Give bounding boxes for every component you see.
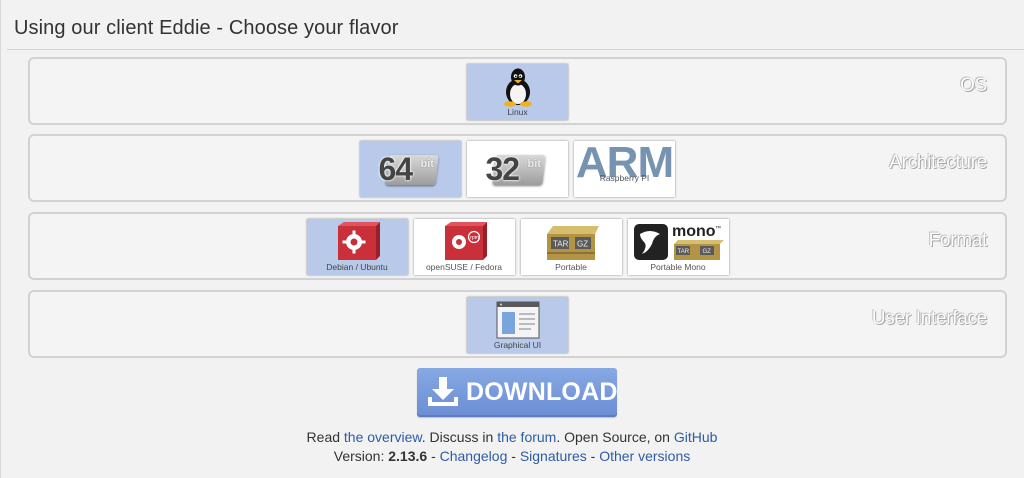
version-number: 2.13.6 xyxy=(388,448,428,464)
page-title: Using our client Eddie - Choose your fla… xyxy=(14,17,399,39)
option-debian-ubuntu[interactable]: Debian / Ubuntu xyxy=(306,219,408,275)
cpu-32-icon: 32 bit xyxy=(484,149,552,189)
separator-1: - xyxy=(431,448,436,464)
separator-2: - xyxy=(511,448,516,464)
arm-icon: ARM Raspberry PI xyxy=(574,141,675,189)
option-portable-mono[interactable]: mono ™ TAR GZ Portable Mono xyxy=(627,219,729,275)
title-divider xyxy=(7,49,1024,50)
option-32bit[interactable]: 32 bit xyxy=(467,141,568,197)
download-button[interactable]: DOWNLOAD xyxy=(417,368,617,417)
forum-link[interactable]: the forum xyxy=(497,429,556,445)
svg-text:TAR: TAR xyxy=(678,249,690,255)
version-label: Version: xyxy=(333,448,385,464)
svg-text:rpm: rpm xyxy=(470,235,479,241)
option-opensuse-fedora-label: openSUSE / Fedora xyxy=(425,262,503,272)
svg-text:TAR: TAR xyxy=(553,240,569,249)
architecture-panel: Architecture 64 bit 32 bit ARM Raspberry… xyxy=(28,134,1007,202)
separator-3: - xyxy=(590,448,596,464)
option-portable-label: Portable xyxy=(555,262,587,272)
tar-gz-icon: TAR GZ xyxy=(547,226,599,260)
option-debian-ubuntu-label: Debian / Ubuntu xyxy=(326,262,388,272)
svg-text:GZ: GZ xyxy=(703,249,712,255)
option-portable-mono-label: Portable Mono xyxy=(650,262,706,272)
svg-text:GZ: GZ xyxy=(577,240,588,249)
option-graphical-ui[interactable]: Graphical UI xyxy=(467,297,568,353)
option-linux-label: Linux xyxy=(507,107,528,117)
rpm-package-icon: rpm xyxy=(445,222,487,260)
os-panel: OS Linux xyxy=(28,57,1007,125)
window-icon xyxy=(496,301,539,339)
discuss-text: . Discuss in xyxy=(421,429,494,445)
other-versions-link[interactable]: Other versions xyxy=(599,448,690,464)
mono-tar-icon: mono ™ TAR GZ xyxy=(634,223,724,260)
option-graphical-ui-label: Graphical UI xyxy=(493,340,542,350)
signatures-link[interactable]: Signatures xyxy=(520,448,587,464)
deb-package-icon xyxy=(338,222,380,260)
footer-line-1: Read the overview. Discuss in the forum.… xyxy=(0,429,1024,445)
format-panel: Format Debian / Ubuntu rpm openSUSE / Fe… xyxy=(28,212,1007,280)
option-linux[interactable]: Linux xyxy=(467,64,568,120)
overview-link[interactable]: the overview xyxy=(344,429,422,445)
download-icon xyxy=(428,377,458,406)
changelog-link[interactable]: Changelog xyxy=(440,448,508,464)
arm-sub-label: Raspberry PI xyxy=(599,173,650,183)
open-source-text: . Open Source, on xyxy=(556,429,670,445)
option-opensuse-fedora[interactable]: rpm openSUSE / Fedora xyxy=(413,219,515,275)
read-text: Read xyxy=(306,429,341,445)
cpu-64-icon: 64 bit xyxy=(377,149,445,189)
svg-text:™: ™ xyxy=(715,225,721,232)
github-link[interactable]: GitHub xyxy=(674,429,718,445)
option-arm[interactable]: ARM Raspberry PI xyxy=(574,141,675,197)
left-border xyxy=(0,0,1,478)
user-interface-panel: User Interface Graphical UI xyxy=(28,290,1007,358)
svg-text:mono: mono xyxy=(672,223,716,240)
download-button-label: DOWNLOAD xyxy=(466,378,618,406)
linux-tux-icon xyxy=(503,68,532,107)
footer-line-2: Version: 2.13.6 - Changelog - Signatures… xyxy=(0,448,1024,464)
option-64bit[interactable]: 64 bit xyxy=(360,141,461,197)
option-portable[interactable]: TAR GZ Portable xyxy=(520,219,622,275)
